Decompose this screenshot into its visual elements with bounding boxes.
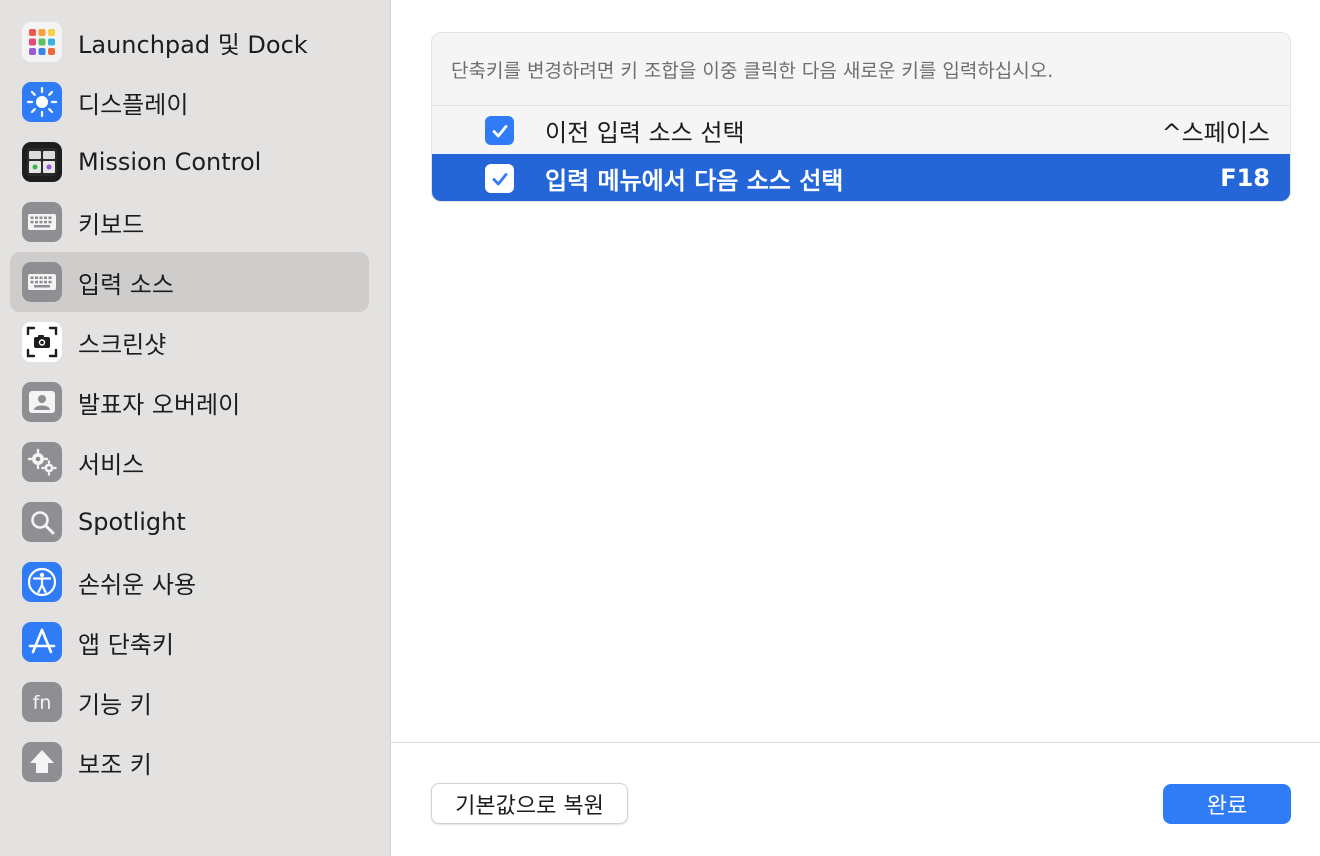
restore-defaults-button[interactable]: 기본값으로 복원 — [431, 783, 628, 824]
footer-divider — [391, 742, 1320, 743]
shortcut-key[interactable]: F18 — [1220, 164, 1270, 192]
shortcut-label: 입력 메뉴에서 다음 소스 선택 — [545, 166, 844, 195]
keyboard-shortcuts-window: Launchpad 및 Dock 디스플레이 Mission Control 키… — [0, 0, 1320, 856]
checkmark-icon — [492, 124, 507, 137]
shortcut-key[interactable]: ^스페이스 — [1162, 113, 1270, 148]
screenshot-icon — [22, 322, 62, 362]
app-shortcuts-icon — [22, 622, 62, 662]
sidebar-item-display[interactable]: 디스플레이 — [10, 72, 369, 132]
sidebar-item-label: 키보드 — [78, 210, 145, 239]
modifier-keys-icon — [22, 742, 62, 782]
sidebar-item-label: Launchpad 및 Dock — [78, 30, 308, 59]
sidebar-item-spotlight[interactable]: Spotlight — [10, 492, 369, 552]
main-panel: 단축키를 변경하려면 키 조합을 이중 클릭한 다음 새로운 키를 입력하십시오… — [391, 0, 1320, 856]
keyboard-icon — [22, 202, 62, 242]
sidebar-item-presenter-overlay[interactable]: 발표자 오버레이 — [10, 372, 369, 432]
shortcut-row-next-source[interactable]: 입력 메뉴에서 다음 소스 선택 F18 — [432, 154, 1290, 201]
sidebar: Launchpad 및 Dock 디스플레이 Mission Control 키… — [0, 0, 391, 856]
sidebar-item-label: 보조 키 — [78, 750, 152, 779]
sidebar-item-launchpad-dock[interactable]: Launchpad 및 Dock — [10, 12, 369, 72]
checkmark-icon — [492, 172, 507, 185]
sidebar-item-screenshot[interactable]: 스크린샷 — [10, 312, 369, 372]
shortcut-checkbox[interactable] — [485, 164, 514, 193]
mission-control-icon — [22, 142, 62, 182]
shortcut-table: 단축키를 변경하려면 키 조합을 이중 클릭한 다음 새로운 키를 입력하십시오… — [431, 32, 1291, 202]
presenter-overlay-icon — [22, 382, 62, 422]
spotlight-icon — [22, 502, 62, 542]
sidebar-item-modifier-keys[interactable]: 보조 키 — [10, 732, 369, 792]
sidebar-item-keyboard[interactable]: 키보드 — [10, 192, 369, 252]
sidebar-item-label: Spotlight — [78, 508, 186, 536]
display-icon — [22, 82, 62, 122]
shortcut-checkbox[interactable] — [485, 116, 514, 145]
sidebar-item-accessibility[interactable]: 손쉬운 사용 — [10, 552, 369, 612]
sidebar-item-services[interactable]: 서비스 — [10, 432, 369, 492]
sidebar-item-label: 서비스 — [78, 450, 145, 479]
done-button[interactable]: 완료 — [1163, 784, 1291, 824]
services-icon — [22, 442, 62, 482]
sidebar-item-function-keys[interactable]: fn 기능 키 — [10, 672, 369, 732]
sidebar-item-label: 앱 단축키 — [78, 630, 174, 659]
sidebar-item-label: Mission Control — [78, 148, 262, 176]
input-sources-icon — [22, 262, 62, 302]
function-keys-icon: fn — [22, 682, 62, 722]
sidebar-item-label: 스크린샷 — [78, 330, 167, 359]
sidebar-item-label: 발표자 오버레이 — [78, 390, 241, 419]
sidebar-item-label: 기능 키 — [78, 690, 152, 719]
instruction-text: 단축키를 변경하려면 키 조합을 이중 클릭한 다음 새로운 키를 입력하십시오… — [432, 33, 1290, 106]
sidebar-item-label: 디스플레이 — [78, 90, 189, 119]
sidebar-item-label: 입력 소스 — [78, 270, 174, 299]
accessibility-icon — [22, 562, 62, 602]
shortcut-label: 이전 입력 소스 선택 — [545, 118, 745, 147]
sidebar-item-app-shortcuts[interactable]: 앱 단축키 — [10, 612, 369, 672]
sidebar-item-mission-control[interactable]: Mission Control — [10, 132, 369, 192]
sidebar-item-label: 손쉬운 사용 — [78, 570, 197, 599]
svg-text:fn: fn — [33, 692, 52, 714]
sidebar-list: Launchpad 및 Dock 디스플레이 Mission Control 키… — [0, 12, 390, 792]
shortcut-row-previous-source[interactable]: 이전 입력 소스 선택 ^스페이스 — [432, 106, 1290, 154]
launchpad-icon — [22, 22, 62, 62]
sidebar-item-input-sources[interactable]: 입력 소스 — [10, 252, 369, 312]
